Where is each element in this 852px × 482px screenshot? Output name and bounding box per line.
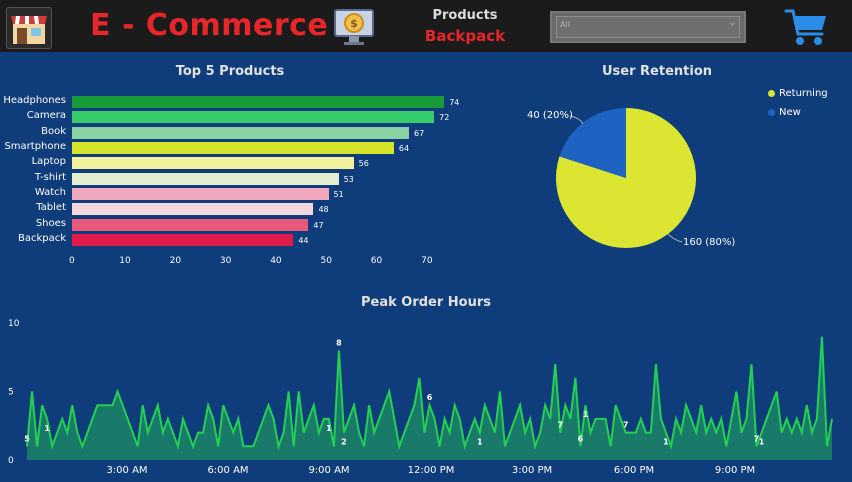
- peak-point-label: 1: [759, 438, 765, 447]
- peak-point-label: 7: [558, 421, 564, 430]
- peak-point-label: 7: [623, 421, 629, 430]
- peak-x-tick: 6:00 PM: [614, 465, 654, 476]
- peak-point-label: 1: [44, 424, 50, 433]
- peak-hours-chart: 518216176171719305103:00 AM6:00 AM9:00 A…: [8, 0, 845, 476]
- peak-point-label: 8: [336, 338, 342, 347]
- peak-y-tick: 5: [8, 388, 14, 398]
- peak-x-tick: 9:00 AM: [308, 465, 349, 476]
- peak-point-label: 3: [839, 0, 845, 2]
- peak-x-tick: 3:00 PM: [512, 465, 552, 476]
- peak-x-tick: 3:00 AM: [106, 465, 147, 476]
- peak-x-tick: 12:00 PM: [408, 465, 455, 476]
- peak-point-label: 1: [326, 424, 332, 433]
- peak-point-label: 1: [477, 438, 483, 447]
- peak-point-label: 5: [24, 434, 30, 443]
- peak-y-tick: 0: [8, 456, 14, 466]
- peak-point-label: 2: [341, 438, 347, 447]
- peak-point-label: 1: [663, 438, 669, 447]
- peak-point-label: 6: [578, 434, 584, 443]
- peak-x-tick: 6:00 AM: [207, 465, 248, 476]
- peak-point-label: 6: [427, 393, 433, 402]
- peak-y-tick: 10: [8, 319, 20, 329]
- peak-x-tick: 9:00 PM: [715, 465, 755, 476]
- peak-point-label: 1: [583, 410, 589, 419]
